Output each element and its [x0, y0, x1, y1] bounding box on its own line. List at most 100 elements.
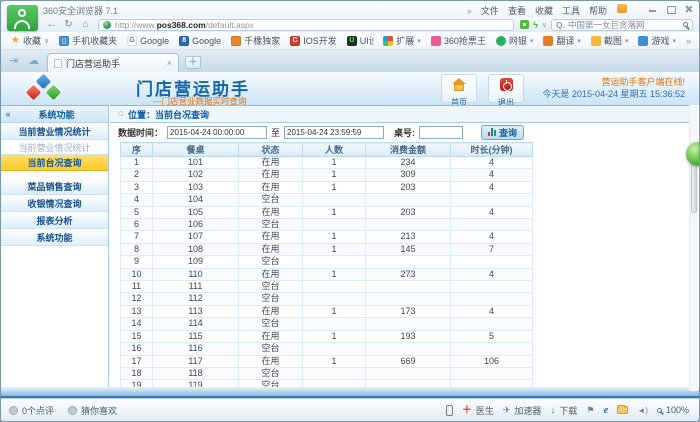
restore-session-icon[interactable]: ⇥: [9, 54, 18, 67]
sidebar-item-报表分析[interactable]: 报表分析: [1, 212, 108, 229]
url-bar[interactable]: http://www. pos368.com /default.aspx: [98, 19, 514, 31]
user-avatar[interactable]: [7, 5, 38, 31]
home-page-button[interactable]: 首页: [441, 74, 477, 103]
star-icon: ★: [11, 35, 20, 46]
plugin-label: 扩展: [396, 34, 414, 47]
table-cell: 在用: [239, 231, 303, 243]
chevron-down-icon[interactable]: ∨: [542, 21, 547, 29]
lightning-icon[interactable]: ϟ: [533, 20, 538, 30]
bookmarks-list: ★ 收藏 ∨ ▯手机收藏夹GGoogle8Google千橡独家CIOS开发UUI…: [6, 34, 373, 47]
sidebar-item-收银情况查询[interactable]: 收银情况查询: [1, 195, 108, 212]
table-header-row: 序餐桌状态人数消费金额时长(分钟): [121, 143, 533, 157]
close-button[interactable]: [684, 3, 693, 14]
plugin-screenshot[interactable]: 截图▾: [586, 34, 634, 47]
table-cell: [366, 219, 451, 231]
zoom-control[interactable]: 100%: [657, 405, 689, 415]
menu-item-收藏[interactable]: 收藏: [535, 4, 553, 17]
bookmark-label: Google: [192, 36, 221, 46]
table-cell: 112: [153, 293, 239, 305]
plugin-bank[interactable]: 网银▾: [491, 34, 539, 47]
plugin-ticket[interactable]: 360抢票王: [426, 34, 491, 47]
table-cell: 在用: [239, 243, 303, 255]
chevron-down-icon: ∨: [44, 37, 49, 45]
scrollbar-thumb[interactable]: [691, 161, 697, 213]
home-icon[interactable]: ⌂: [77, 18, 94, 31]
table-cell: 6: [121, 219, 153, 231]
table-cell: 7: [121, 231, 153, 243]
reviews-button[interactable]: 0个点评: [9, 404, 54, 417]
table-cell: 12: [121, 293, 153, 305]
table-row: 7107在用12134: [121, 231, 533, 243]
extension-mini-icon[interactable]: [520, 20, 529, 29]
bookmark-item[interactable]: 千橡独家: [226, 34, 285, 47]
zoom-magnifier-icon: [657, 408, 662, 413]
table-cell: 1: [303, 206, 366, 218]
restore-button[interactable]: [666, 3, 675, 14]
bookmark-item[interactable]: CIOS开发: [285, 34, 342, 47]
plugin-game[interactable]: 游戏▾: [633, 34, 681, 47]
flag-icon[interactable]: ⚑: [586, 405, 594, 416]
sidebar-item-当前营业情况统计[interactable]: 当前营业情况统计: [1, 140, 108, 155]
reward-icon[interactable]: [617, 4, 627, 13]
plugins-overflow-icon[interactable]: »: [683, 36, 694, 46]
table-cell: [303, 318, 366, 330]
bookmark-item[interactable]: UUI设计_: [342, 34, 374, 47]
speaker-icon[interactable]: ◄): [637, 406, 648, 415]
translate-icon: [543, 36, 553, 46]
sidebar: « 系统功能 当前营业情况统计当前营业情况统计当前台况查询···········…: [1, 105, 109, 387]
tab-close-icon[interactable]: ×: [167, 58, 172, 68]
doctor-button[interactable]: ＋ 医生: [462, 404, 494, 417]
favorites-button[interactable]: ★ 收藏 ∨: [6, 34, 54, 47]
table-cell: 空台: [239, 318, 303, 330]
new-tab-button[interactable]: ＋: [185, 56, 201, 69]
filter-row: 数据时间： 至 桌号: 查询: [110, 123, 689, 141]
cloud-sync-icon[interactable]: ☁: [28, 54, 39, 67]
chart-icon: [488, 128, 496, 136]
table-cell: 在用: [239, 181, 303, 193]
table-row: 9109空台: [121, 256, 533, 268]
sidebar-item-系统功能[interactable]: 系统功能: [1, 229, 108, 246]
table-cell: 11: [121, 281, 153, 293]
sidebar-item-当前台况查询[interactable]: 当前台况查询: [1, 155, 108, 171]
search-icon[interactable]: [683, 22, 688, 27]
booster-button[interactable]: ✈ 加速器: [503, 404, 542, 417]
time-to-input[interactable]: [284, 126, 384, 139]
recommend-button[interactable]: 猜你喜欢: [68, 404, 117, 417]
ie-compat-icon[interactable]: e: [603, 406, 608, 415]
bookmark-item[interactable]: ▯手机收藏夹: [54, 34, 122, 47]
table-cell: [366, 318, 451, 330]
download-button[interactable]: ↓ 下载: [550, 404, 577, 417]
plugin-extensions[interactable]: 扩展▾: [378, 34, 426, 47]
table-cell: [366, 256, 451, 268]
menu-item-查看[interactable]: 查看: [508, 4, 526, 17]
table-cell: [303, 219, 366, 231]
ticket-icon: [431, 36, 441, 46]
table-no-input[interactable]: [419, 126, 463, 139]
minimize-button[interactable]: [648, 3, 657, 14]
collapse-sidebar-icon[interactable]: «: [1, 109, 15, 119]
plugin-label: 360抢票王: [444, 34, 486, 47]
table-cell: [303, 293, 366, 305]
menu-item-文件[interactable]: 文件: [481, 4, 499, 17]
folder-icon[interactable]: [617, 406, 628, 414]
time-from-input[interactable]: [167, 126, 267, 139]
window-controls: [648, 3, 693, 14]
query-button[interactable]: 查询: [481, 125, 524, 140]
menu-overflow-icon[interactable]: »: [467, 6, 472, 16]
table-cell: 空台: [239, 219, 303, 231]
back-icon[interactable]: ←: [43, 18, 60, 31]
refresh-icon[interactable]: ↻: [60, 18, 77, 31]
menu-item-帮助[interactable]: 帮助: [589, 4, 607, 17]
sidebar-item-当前营业情况统计[interactable]: 当前营业情况统计: [1, 123, 108, 140]
logout-button[interactable]: 退出: [488, 74, 524, 103]
table-row: 17117在用1669106: [121, 355, 533, 367]
bookmark-item[interactable]: 8Google: [174, 36, 226, 46]
phone-icon[interactable]: [446, 405, 453, 416]
sidebar-item-菜品销售查询[interactable]: 菜品销售查询: [1, 178, 108, 195]
menu-item-工具[interactable]: 工具: [562, 4, 580, 17]
bookmark-item[interactable]: GGoogle: [122, 36, 174, 46]
plugin-translate[interactable]: 翻译▾: [538, 34, 586, 47]
search-input[interactable]: Q. 中国第一女巨贪落网: [551, 19, 693, 31]
table-cell: 在用: [239, 157, 303, 169]
tab-store-assistant[interactable]: 门店营运助手 ×: [47, 53, 179, 72]
